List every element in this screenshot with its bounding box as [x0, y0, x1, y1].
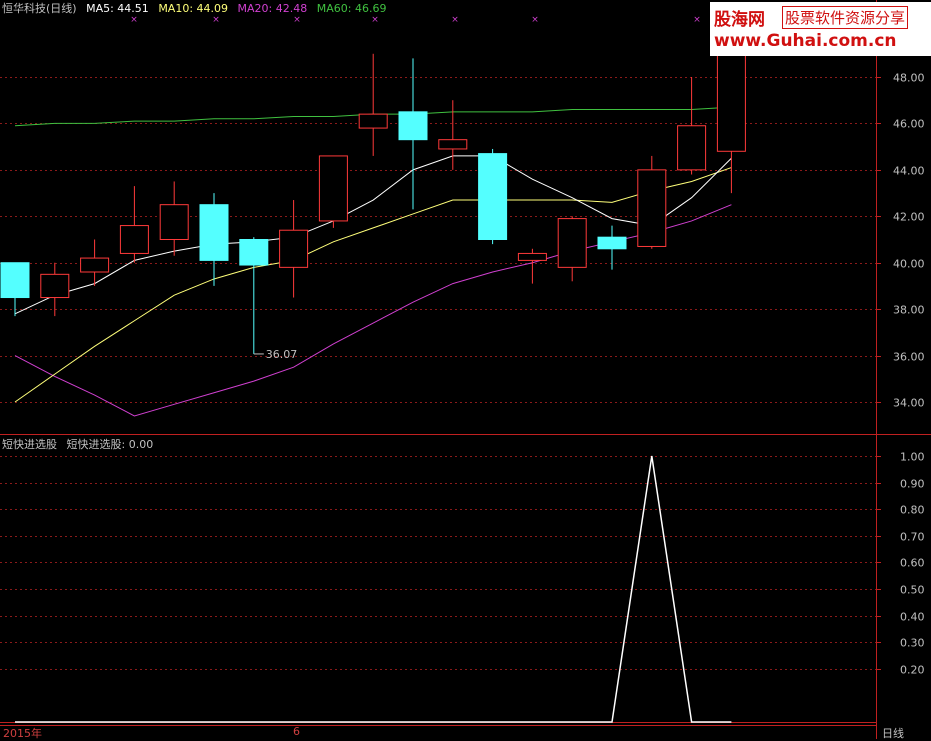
- indicator-line: [15, 455, 732, 723]
- candle-body-up: [119, 225, 149, 254]
- indicator-tick-label: 0.60: [900, 557, 925, 570]
- candle-body-up: [557, 218, 587, 268]
- candle-body-up: [40, 273, 70, 299]
- candle-body-up: [517, 252, 547, 261]
- signal-marker: ×: [451, 15, 459, 25]
- signal-marker: ×: [130, 15, 138, 25]
- candle-body-down: [0, 262, 30, 299]
- price-tick-label: 36.00: [893, 351, 925, 364]
- indicator-panel-header: 短快进选股 短快进选股: 0.00: [2, 438, 159, 451]
- indicator-tick-label: 0.20: [900, 664, 925, 677]
- candle-body-up: [637, 169, 667, 247]
- candle-body-up: [159, 204, 189, 241]
- candle-body-up: [279, 229, 309, 268]
- watermark-line1: 股海网: [714, 10, 765, 30]
- watermark-line3: www.Guhai.com.cn: [714, 31, 897, 51]
- indicator-value: 短快进选股: 0.00: [66, 438, 154, 451]
- indicator-tick-label: 0.80: [900, 504, 925, 517]
- watermark-logo: 股海网 股票软件资源分享 www.Guhai.com.cn: [710, 2, 931, 56]
- x-label-month: 6: [293, 725, 300, 738]
- indicator-tick-label: 0.90: [900, 478, 925, 491]
- indicator-tick-label: 0.70: [900, 531, 925, 544]
- price-tick-label: 34.00: [893, 397, 925, 410]
- ma5-readout: MA5: 44.51: [86, 2, 149, 15]
- candle-body-up: [318, 155, 348, 222]
- candle-body-down: [239, 239, 269, 266]
- price-tick-label: 38.00: [893, 304, 925, 317]
- signal-marker: ×: [293, 15, 301, 25]
- signal-marker: ×: [693, 15, 701, 25]
- candle-body-up: [80, 257, 110, 273]
- ma60-readout: MA60: 46.69: [316, 2, 387, 15]
- price-tick-label: 44.00: [893, 165, 925, 178]
- candle-body-up: [438, 139, 468, 150]
- candle-body-down: [199, 204, 229, 261]
- ma10-line: [14, 167, 732, 403]
- ma10-readout: MA10: 44.09: [158, 2, 229, 15]
- candle-body-up: [358, 113, 388, 129]
- candle-body-down: [597, 236, 627, 250]
- stock-name: 恒华科技(日线): [2, 2, 77, 15]
- low-annotation-label: 36.07: [266, 348, 298, 361]
- candle-body-down: [478, 153, 508, 241]
- signal-marker: ×: [531, 15, 539, 25]
- candle-body-down: [398, 111, 428, 141]
- price-tick-label: 48.00: [893, 72, 925, 85]
- ma20-readout: MA20: 42.48: [237, 2, 308, 15]
- price-tick-label: 40.00: [893, 258, 925, 271]
- signal-marker: ×: [371, 15, 379, 25]
- price-panel-header: 恒华科技(日线) MA5: 44.51 MA10: 44.09 MA20: 42…: [2, 2, 392, 15]
- price-tick-label: 42.00: [893, 211, 925, 224]
- signal-marker: ×: [212, 15, 220, 25]
- indicator-tick-label: 0.50: [900, 584, 925, 597]
- candle-body-up: [677, 125, 707, 171]
- indicator-tick-label: 0.30: [900, 637, 925, 650]
- stock-chart[interactable]: 34.00 36.00 38.00 40.00 42.00 44.00 46.00 48.00…: [0, 0, 931, 739]
- watermark-line2: 股票软件资源分享: [782, 6, 909, 29]
- indicator-name: 短快进选股: [2, 438, 57, 451]
- indicator-tick-label: 0.40: [900, 611, 925, 624]
- price-tick-label: 46.00: [893, 118, 925, 131]
- indicator-tick-label: 1.00: [900, 451, 925, 464]
